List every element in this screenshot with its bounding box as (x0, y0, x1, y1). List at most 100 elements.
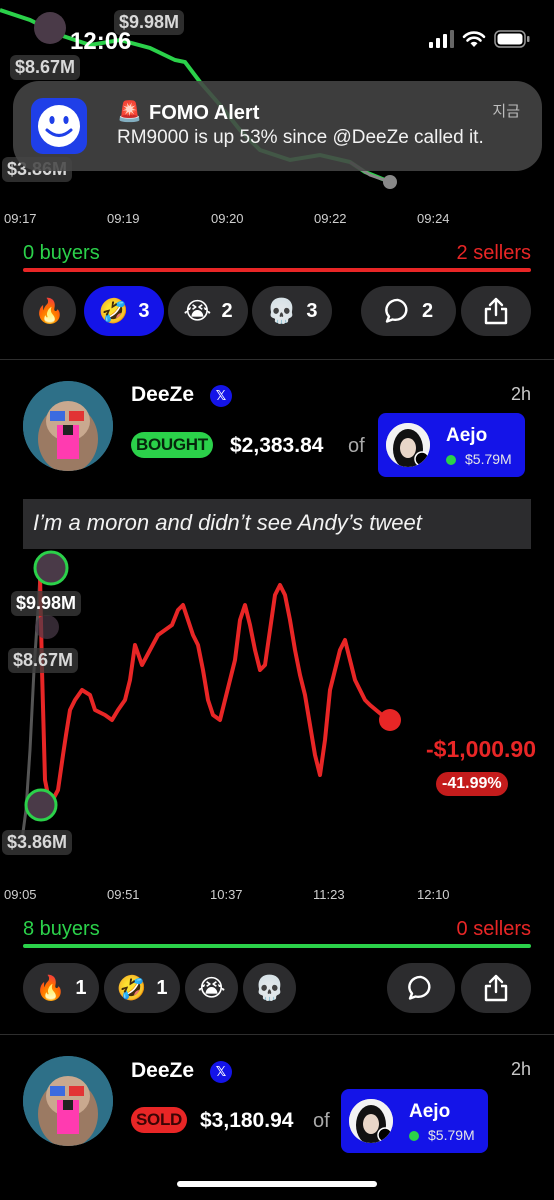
reaction-count: 2 (221, 299, 233, 322)
buy-marker-avatar (33, 550, 69, 586)
pnl-percent-badge: -41.99% (436, 772, 508, 796)
reaction-skull[interactable]: 💀 (243, 963, 296, 1013)
sellers-count: 2 sellers (456, 242, 531, 264)
reaction-fire[interactable]: 🔥 1 (23, 963, 99, 1013)
buyers-count: 8 buyers (23, 918, 100, 940)
post-age: 2h (510, 384, 531, 404)
author-name[interactable]: DeeZe (131, 1059, 194, 1083)
post-divider (0, 359, 554, 360)
signal-icon (429, 30, 454, 48)
trade-action-badge: SOLD (131, 1107, 188, 1133)
token-card[interactable]: Aejo $5.79M (341, 1089, 488, 1153)
top-time-label: 09:19 (107, 211, 140, 226)
chart-time-label: 11:23 (313, 887, 345, 902)
status-time: 12:06 (70, 28, 132, 55)
chart-time-label: 09:51 (107, 887, 140, 902)
monkey-avatar-icon (23, 381, 113, 471)
share-icon (484, 974, 508, 1002)
laugh-icon: 🤣 (116, 974, 147, 1002)
token-avatar (349, 1099, 393, 1143)
notification-time: 지금 (492, 103, 520, 120)
token-market-cap: $5.79M (465, 451, 512, 467)
reaction-laugh[interactable]: 🤣 1 (104, 963, 180, 1013)
avatar[interactable] (23, 1056, 113, 1146)
buyers-count: 0 buyers (23, 242, 100, 264)
trade-of-label: of (313, 1110, 330, 1132)
author-name[interactable]: DeeZe (131, 383, 194, 407)
token-avatar (386, 423, 430, 467)
x-verified-icon: 𝕏 (210, 385, 232, 407)
trade-of-label: of (348, 435, 365, 457)
token-name: Aejo (409, 1101, 451, 1122)
reaction-count: 3 (138, 299, 150, 322)
reaction-cry[interactable]: 😭 (185, 963, 238, 1013)
post-divider (0, 1034, 554, 1035)
siren-icon: 🚨 (117, 101, 142, 123)
cry-icon: 😭 (183, 297, 212, 325)
top-price-tag-mid: $8.67M (10, 55, 81, 80)
reaction-count: 3 (306, 299, 318, 322)
comment-count: 2 (421, 299, 434, 322)
top-time-label: 09:24 (417, 211, 450, 226)
top-time-label: 09:17 (4, 211, 37, 226)
reaction-count: 1 (156, 976, 168, 999)
post-age: 2h (510, 1059, 531, 1079)
live-dot-icon (446, 455, 456, 465)
previous-buy-marker (34, 12, 66, 44)
token-portrait-icon (386, 423, 430, 467)
token-portrait-icon (349, 1099, 393, 1143)
reaction-skull[interactable]: 💀 3 (252, 286, 332, 336)
chart-time-label: 12:10 (417, 887, 450, 902)
sell-marker-avatar (24, 788, 58, 822)
token-name: Aejo (446, 425, 488, 446)
comments-button[interactable]: 2 (361, 286, 456, 336)
mid-marker-avatar (35, 615, 59, 639)
reaction-fire[interactable]: 🔥 (23, 286, 76, 336)
trade-action-badge: BOUGHT (131, 432, 213, 458)
buyers-sellers-bar (23, 944, 531, 948)
share-button[interactable] (461, 963, 531, 1013)
avatar[interactable] (23, 381, 113, 471)
token-market-cap: $5.79M (428, 1127, 475, 1143)
chart-price-tag-low: $3.86M (2, 830, 73, 855)
share-button[interactable] (461, 286, 531, 336)
notification-body: RM9000 is up 53% since @DeeZe called it. (117, 127, 484, 148)
fire-icon: 🔥 (35, 974, 66, 1002)
chart-time-label: 10:37 (210, 887, 243, 902)
previous-last-price-dot (383, 175, 397, 189)
app-icon (31, 98, 87, 154)
skull-icon: 💀 (266, 297, 297, 325)
comment-icon (408, 975, 431, 1000)
skull-icon: 💀 (254, 974, 285, 1002)
share-icon (484, 297, 508, 325)
battery-icon (494, 30, 530, 48)
smiley-icon (38, 105, 80, 147)
home-indicator[interactable] (177, 1181, 377, 1187)
top-time-label: 09:22 (314, 211, 347, 226)
x-verified-icon: 𝕏 (210, 1061, 232, 1083)
monkey-avatar-icon (23, 1056, 113, 1146)
status-icons (428, 30, 530, 48)
fomo-alert-notification[interactable]: 🚨 FOMO Alert RM9000 is up 53% since @Dee… (13, 81, 542, 171)
laugh-icon: 🤣 (98, 297, 129, 325)
post-quote: I’m a moron and didn’t see Andy’s tweet (23, 499, 531, 549)
chart-price-tag-mid: $8.67M (8, 648, 79, 673)
price-line (38, 574, 392, 807)
current-price-dot (379, 709, 401, 731)
chart-price-tag-high: $9.98M (11, 591, 82, 616)
wifi-icon (462, 31, 486, 47)
trade-amount: $2,383.84 (230, 434, 324, 457)
top-time-label: 09:20 (211, 211, 244, 226)
notification-title: FOMO Alert (149, 102, 260, 124)
reaction-cry[interactable]: 😭 2 (168, 286, 248, 336)
comment-icon (385, 298, 408, 323)
reaction-laugh[interactable]: 🤣 3 (84, 286, 164, 336)
token-card[interactable]: Aejo $5.79M (378, 413, 525, 477)
chart-time-label: 09:05 (4, 887, 37, 902)
buyers-sellers-bar (23, 268, 531, 272)
comments-button[interactable] (387, 963, 455, 1013)
trade-amount: $3,180.94 (200, 1109, 294, 1132)
reaction-count: 1 (75, 976, 87, 999)
cry-icon: 😭 (197, 974, 226, 1002)
sellers-count: 0 sellers (456, 918, 531, 940)
